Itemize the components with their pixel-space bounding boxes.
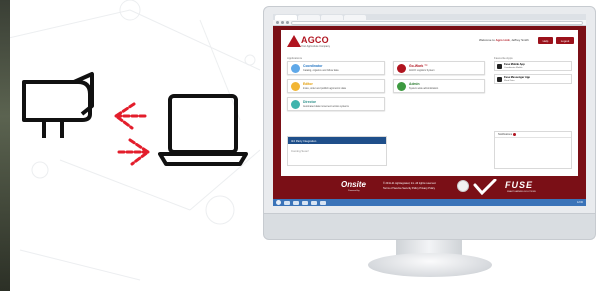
app-card-coordinator[interactable]: Coordinator Catalog, organize and follow … <box>287 61 385 75</box>
browser-address-bar <box>273 20 586 26</box>
portal-footer: Onsite Powered by © 2011-21 AgIntegrated… <box>273 176 586 199</box>
app-description: System-wide administration <box>409 87 439 90</box>
app-description: Catalog, organize and follow data <box>303 69 339 72</box>
background-photo <box>0 0 10 291</box>
app-name: Go-Work ™ <box>409 64 428 68</box>
monitor-chin <box>263 214 596 240</box>
portal-header: AGCO Your Agriculture Company Welcome to… <box>281 30 578 54</box>
welcome-message: Welcome to Agro Link, Jeffrey Smith <box>479 38 529 42</box>
taskbar-app[interactable] <box>311 200 317 205</box>
third-party-panel: 3rd Party Integration Coming Soon! <box>287 136 387 166</box>
portal-page: AGCO Your Agriculture Company Welcome to… <box>281 30 578 176</box>
app-icon <box>497 64 502 69</box>
browser-tab[interactable] <box>298 15 320 20</box>
favorite-app-name: Fuse Messenger App <box>504 76 530 79</box>
app-card-admin[interactable]: Admin System-wide administration <box>393 79 485 93</box>
footer-links[interactable]: Terms of Service Security Policy Privacy… <box>383 187 435 190</box>
taskbar-clock: 12:00 <box>577 201 583 204</box>
favorite-app-card[interactable]: Fuse Messenger App Word Data <box>494 74 572 84</box>
os-taskbar: 12:00 <box>273 199 586 206</box>
favorite-app-name: Fuse Mobile App <box>504 63 525 66</box>
notifications-label: Notifications <box>498 133 513 136</box>
app-icon <box>291 82 300 91</box>
fuse-logo: FUSE <box>505 180 534 190</box>
notification-badge <box>513 133 517 136</box>
taskbar-app[interactable] <box>284 200 290 205</box>
logout-button[interactable]: Logout <box>556 37 574 44</box>
app-icon <box>291 64 300 73</box>
reload-icon[interactable] <box>286 21 289 24</box>
taskbar-app[interactable] <box>320 200 326 205</box>
notifications-header: Notifications <box>495 132 571 138</box>
notifications-panel: Notifications <box>494 131 572 169</box>
app-name: Editor <box>303 82 313 86</box>
welcome-user: Agro Link <box>495 38 510 42</box>
laptop-icon <box>158 94 248 166</box>
url-input[interactable] <box>291 20 583 25</box>
connector-device-icon <box>22 72 94 138</box>
taskbar-app[interactable] <box>293 200 299 205</box>
fuse-tagline: SMART FARMING SOLUTIONS <box>507 191 536 193</box>
monitor-base <box>368 253 492 277</box>
app-card-editor[interactable]: Editor Index, order and publish agronomic… <box>287 79 385 93</box>
logo-text: AGCO <box>301 35 329 45</box>
agco-triangle-icon <box>287 35 301 47</box>
app-card-go-work[interactable]: Go-Work ™ AGCO Logistics System <box>393 61 485 75</box>
app-name: Director <box>303 100 317 104</box>
favorites-label: Favourite Apps <box>494 56 513 60</box>
onsite-logo: Onsite <box>341 180 366 189</box>
favorite-app-card[interactable]: Fuse Mobile App Coordinator Mobile <box>494 61 572 71</box>
agco-logo[interactable]: AGCO Your Agriculture Company <box>287 35 337 51</box>
app-name: Coordinator <box>303 64 323 68</box>
favorite-app-sub: Coordinator Mobile <box>504 67 523 69</box>
help-button[interactable]: Help <box>538 37 553 44</box>
browser-tab[interactable] <box>344 15 366 20</box>
app-icon <box>397 82 406 91</box>
copyright-text: © 2011-21 AgIntegrated, Inc. All rights … <box>383 182 437 185</box>
app-icon <box>291 100 300 109</box>
monitor-screen: AGCO Your Agriculture Company Welcome to… <box>273 14 586 206</box>
browser-tab[interactable] <box>275 15 297 20</box>
desktop-monitor: AGCO Your Agriculture Company Welcome to… <box>263 6 596 288</box>
certification-seal-icon <box>457 180 469 192</box>
browser-tab[interactable] <box>321 15 343 20</box>
transfer-arrows-icon <box>114 102 150 166</box>
app-description: Index, order and publish agronomic data <box>303 87 346 90</box>
welcome-suffix: , Jeffrey Smith <box>509 38 529 42</box>
back-icon[interactable] <box>276 21 279 24</box>
agintegrated-check-icon <box>473 179 497 195</box>
app-card-director[interactable]: Director Automated data movement across s… <box>287 97 385 111</box>
app-description: Automated data movement across systems <box>303 105 349 108</box>
third-party-header: 3rd Party Integration <box>288 137 386 144</box>
favorite-app-sub: Word Data <box>504 80 515 82</box>
onsite-sub: Powered by <box>348 190 360 192</box>
app-icon <box>397 64 406 73</box>
app-description: AGCO Logistics System <box>409 69 435 72</box>
start-button[interactable] <box>276 200 281 205</box>
applications-label: Applications <box>287 56 303 60</box>
welcome-prefix: Welcome to <box>479 38 495 42</box>
taskbar-app[interactable] <box>302 200 308 205</box>
app-name: Admin <box>409 82 420 86</box>
third-party-status: Coming Soon! <box>291 149 309 153</box>
app-icon <box>497 77 502 82</box>
logo-tagline: Your Agriculture Company <box>301 45 330 48</box>
forward-icon[interactable] <box>281 21 284 24</box>
